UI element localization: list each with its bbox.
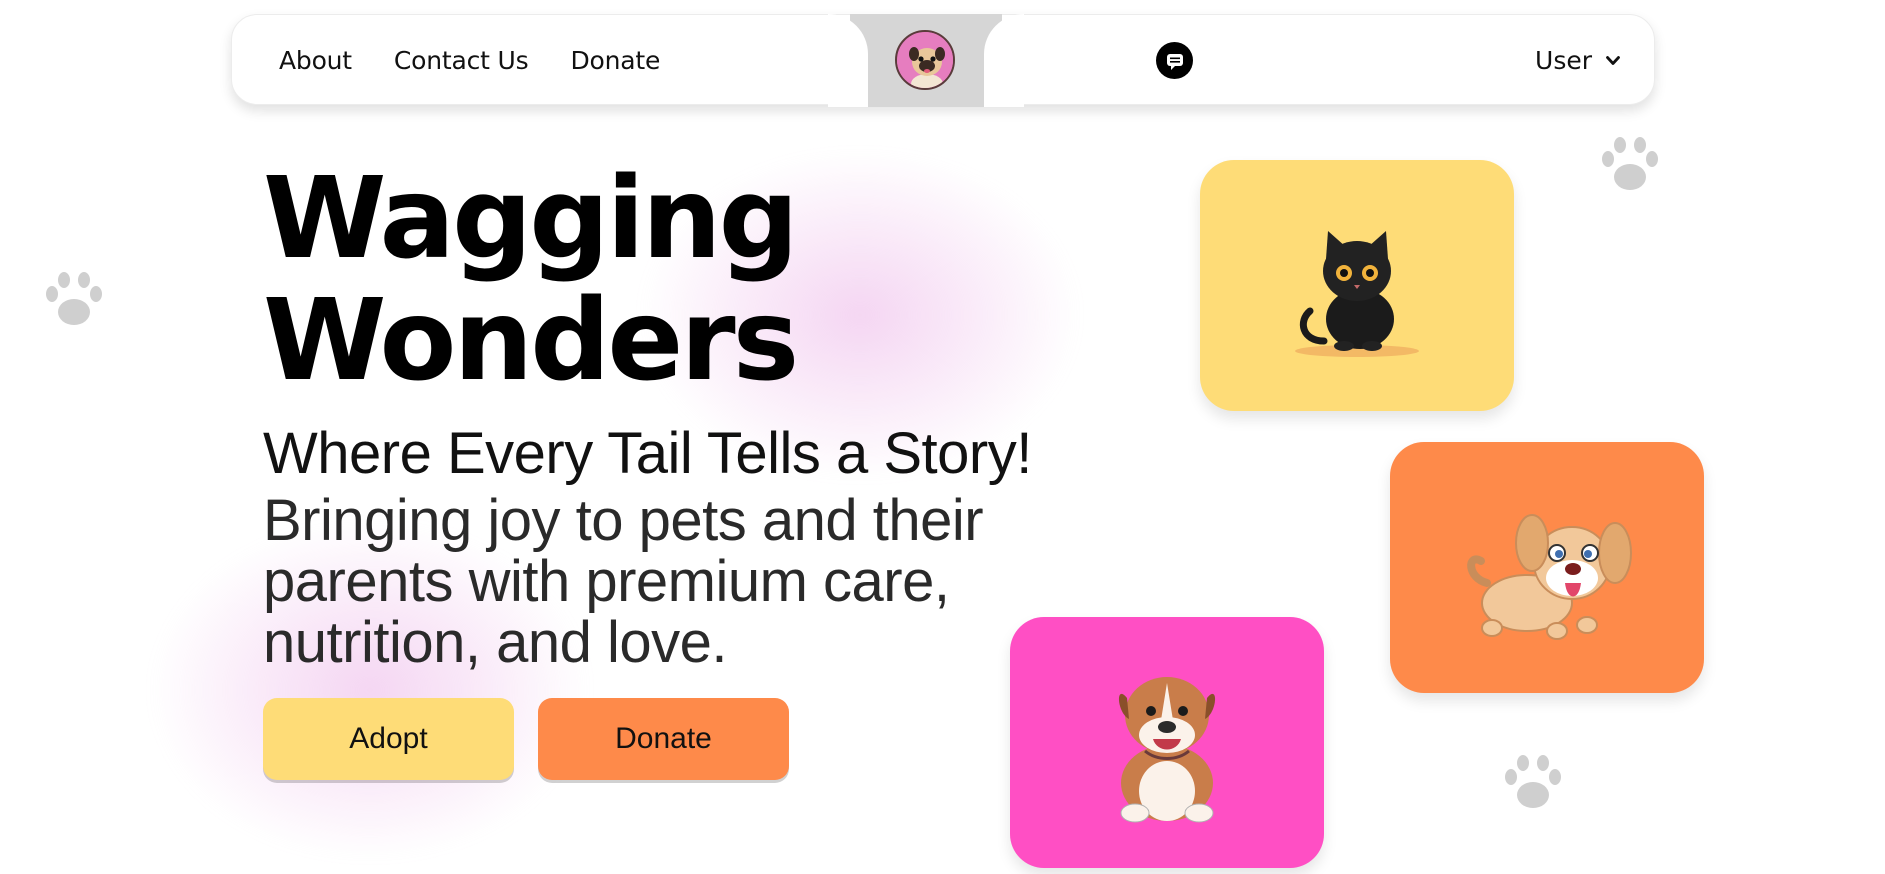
- pet-card-black-kitten[interactable]: [1200, 160, 1514, 411]
- cartoon-puppy-image: [1467, 513, 1632, 640]
- adopt-button[interactable]: Adopt: [263, 698, 514, 780]
- hero-title-line-2: Wonders: [263, 276, 799, 406]
- landing-page: About Contact Us Donate User Wagging Won…: [0, 0, 1885, 874]
- nav-link-donate[interactable]: Donate: [570, 46, 660, 75]
- hero-title: Wagging Wonders: [263, 158, 799, 402]
- paw-print-icon: [46, 272, 102, 325]
- pet-card-cartoon-puppy[interactable]: [1390, 442, 1704, 693]
- hero-subtitle: Where Every Tail Tells a Story!: [263, 421, 1032, 486]
- user-menu[interactable]: User: [1535, 15, 1620, 106]
- top-navbar: About Contact Us Donate User: [231, 14, 1655, 107]
- hero-description: Bringing joy to pets and their parents w…: [263, 488, 984, 675]
- hero-title-line-1: Wagging: [263, 154, 799, 284]
- paw-print-icon: [1602, 137, 1658, 190]
- black-kitten-image: [1295, 230, 1419, 357]
- chevron-down-icon: [1606, 51, 1620, 70]
- nav-link-about[interactable]: About: [279, 46, 352, 75]
- paw-print-icon: [1505, 755, 1561, 808]
- donate-button[interactable]: Donate: [538, 698, 789, 780]
- bulldog-puppy-image: [1118, 676, 1216, 822]
- nav-links: About Contact Us Donate: [279, 15, 660, 106]
- chat-icon[interactable]: [1156, 42, 1193, 79]
- pet-card-bulldog-puppy[interactable]: [1010, 617, 1324, 868]
- user-label: User: [1535, 46, 1592, 75]
- nav-link-contact-us[interactable]: Contact Us: [394, 46, 529, 75]
- pug-logo-icon[interactable]: [895, 30, 955, 90]
